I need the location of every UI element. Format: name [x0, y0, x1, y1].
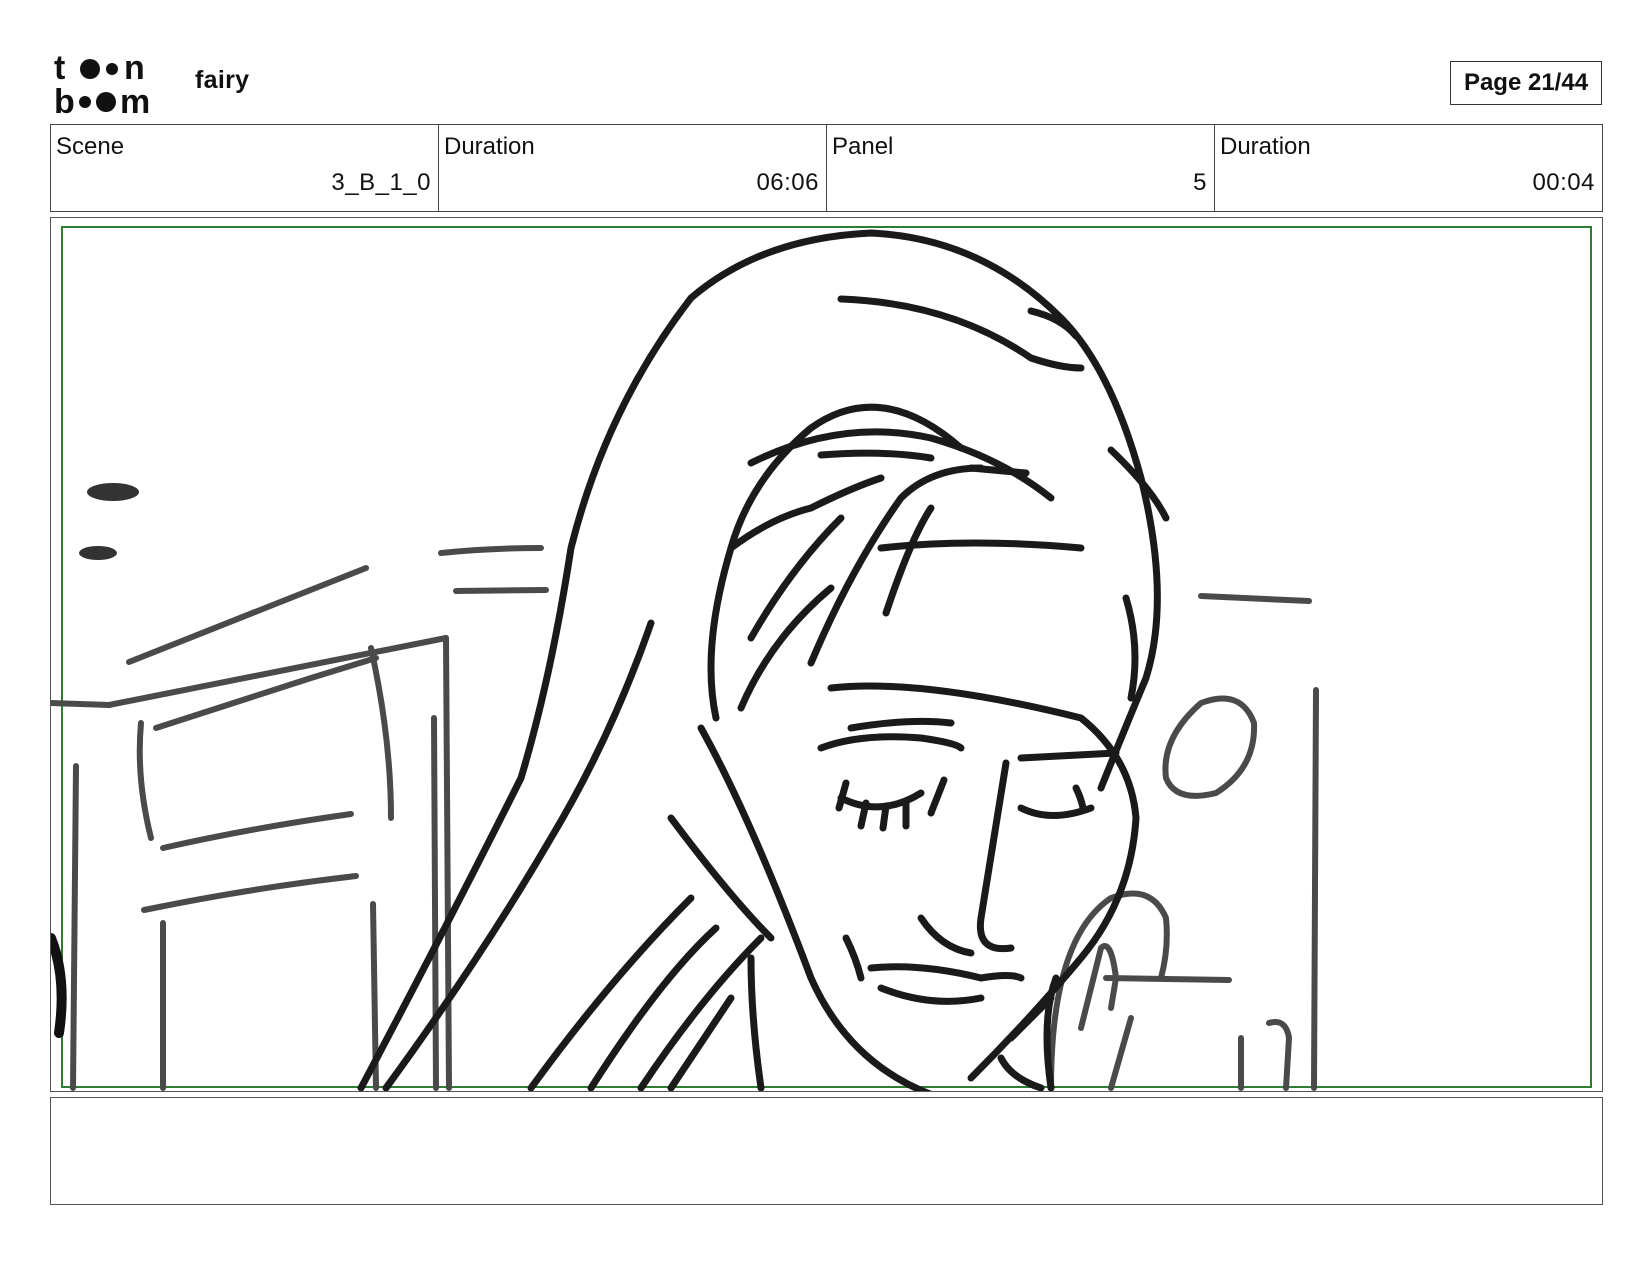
scene-duration-label: Duration: [444, 133, 535, 160]
svg-text:b: b: [54, 83, 75, 116]
scene-value: 3_B_1_0: [331, 169, 431, 196]
scene-duration-cell: Duration 06:06: [439, 125, 827, 211]
ink-dash-2: [79, 546, 117, 560]
toon-boom-logo: t n b m: [54, 52, 150, 116]
svg-text:m: m: [120, 83, 150, 116]
safe-frame: [61, 226, 1592, 1088]
figure-sketch: [357, 229, 1170, 1091]
left-ink-mark: [51, 933, 67, 1038]
panel-info-table: Scene 3_B_1_0 Duration 06:06 Panel 5 Dur…: [50, 124, 1603, 212]
storyboard-panel: [50, 217, 1603, 1092]
panel-value: 5: [1193, 169, 1207, 196]
scene-label: Scene: [56, 133, 125, 160]
panel-sketch: [51, 226, 1592, 1091]
panel-notes-box: [50, 1097, 1603, 1205]
panel-cell: Panel 5: [827, 125, 1215, 211]
scene-duration-value: 06:06: [756, 169, 819, 196]
svg-text:n: n: [124, 52, 145, 87]
svg-text:t: t: [54, 52, 65, 87]
panel-duration-label: Duration: [1220, 133, 1311, 160]
background-sketch: [51, 545, 1319, 1091]
page-indicator: Page 21/44: [1450, 61, 1602, 105]
panel-duration-cell: Duration 00:04: [1215, 125, 1602, 211]
page-label: Page 21/44: [1463, 69, 1589, 96]
ink-dash-1: [87, 483, 139, 501]
project-title: fairy: [195, 66, 250, 94]
panel-label: Panel: [832, 133, 894, 160]
panel-duration-value: 00:04: [1532, 169, 1595, 196]
scene-cell: Scene 3_B_1_0: [51, 125, 439, 211]
